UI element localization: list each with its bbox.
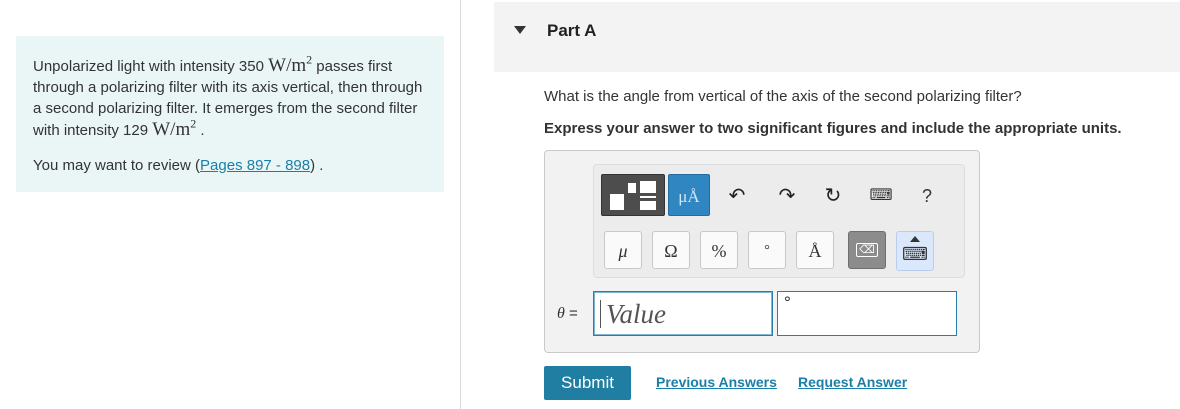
part-title: Part A [547,21,597,40]
symbol-ohm-button[interactable]: Ω [652,231,690,269]
part-header[interactable]: Part A [494,2,1180,72]
unit-intensity-1: W/m2 [268,54,312,76]
submit-button[interactable]: Submit [544,366,631,400]
instruction-text: Express your answer to two significant f… [544,120,1122,137]
unit-base-2: W/m [152,119,191,140]
answer-area: μÅ ↶ ↷ ↻ ⌨ ? μ Ω % ° Å ⌫ ⌨ θ = Value ° [544,150,980,353]
symbol-degree-button[interactable]: ° [748,231,786,269]
review-pages-link[interactable]: Pages 897 - 898 [200,157,310,174]
value-placeholder: Value [606,299,666,329]
template-box-bottom [640,201,656,210]
review-prefix: You may want to review ( [33,157,201,174]
column-divider [460,0,461,409]
symbol-mu-button[interactable]: μ [604,231,642,269]
unit-intensity-2: W/m2 [152,118,196,140]
toggle-arrow-icon [910,236,920,242]
undo-icon[interactable]: ↶ [722,181,752,211]
toggle-keyboard-glyph: ⌨ [902,244,928,264]
text-cursor [600,300,601,328]
keyboard-icon[interactable]: ⌨ [866,181,896,211]
math-toolbar: μÅ ↶ ↷ ↻ ⌨ ? μ Ω % ° Å ⌫ ⌨ [593,164,965,278]
problem-statement: Unpolarized light with intensity 350 W/m… [33,54,433,141]
keyboard-toggle-icon[interactable]: ⌨ [896,231,934,271]
review-note: You may want to review (Pages 897 - 898)… [33,157,323,174]
backspace-glyph: ⌫ [856,243,878,257]
problem-text-1: Unpolarized light with intensity 350 [33,58,269,75]
review-suffix: ) . [310,157,324,174]
theta-symbol: θ [557,305,565,322]
unit-base-1: W/m [268,55,307,76]
units-input[interactable]: ° [777,291,957,336]
request-answer-link[interactable]: Request Answer [798,374,907,390]
symbol-angstrom-button[interactable]: Å [796,231,834,269]
symbol-percent-button[interactable]: % [700,231,738,269]
help-icon[interactable]: ? [912,181,942,211]
problem-text-3: . [196,122,205,139]
collapse-caret-icon[interactable] [514,26,526,34]
template-box-left [610,194,624,210]
backspace-icon[interactable]: ⌫ [848,231,886,269]
previous-answers-link[interactable]: Previous Answers [656,374,777,390]
units-value: ° [784,293,791,312]
value-input[interactable]: Value [593,291,773,336]
redo-icon[interactable]: ↷ [772,181,802,211]
template-fraction-bar [640,196,656,198]
equals-sign: = [564,305,578,322]
problem-panel: Unpolarized light with intensity 350 W/m… [16,36,444,192]
reset-icon[interactable]: ↻ [818,181,848,211]
template-icon[interactable] [601,174,665,216]
question-text: What is the angle from vertical of the a… [544,88,1022,105]
template-box-small [628,183,636,193]
template-box-top [640,181,656,193]
answer-variable-label: θ = [557,305,578,323]
units-icon[interactable]: μÅ [668,174,710,216]
